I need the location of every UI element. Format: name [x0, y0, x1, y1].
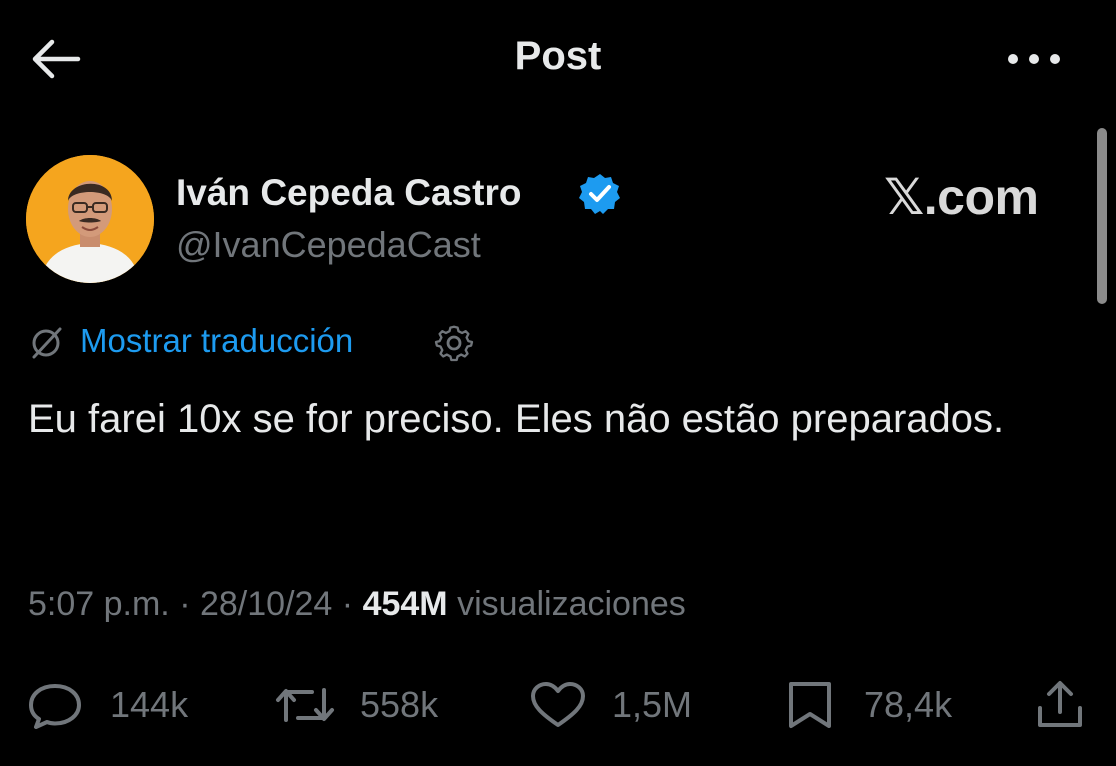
post-text: Eu farei 10x se for preciso. Eles não es… — [28, 397, 1005, 441]
like-count: 1,5M — [612, 684, 693, 725]
author-handle[interactable]: @IvanCepedaCast — [176, 224, 481, 266]
bookmark-icon — [789, 682, 831, 728]
avatar-portrait — [26, 155, 154, 283]
avatar[interactable] — [26, 155, 154, 283]
meta-separator: · — [179, 585, 191, 623]
repost-button[interactable]: 558k — [272, 680, 472, 730]
views-count: 454M — [362, 585, 448, 623]
reply-button[interactable]: 144k — [26, 680, 206, 730]
meta-separator: · — [341, 585, 354, 623]
translate-off-icon — [28, 325, 64, 361]
more-horizontal-icon — [1008, 54, 1060, 64]
views-label: visualizaciones — [457, 585, 686, 623]
show-translation-link[interactable]: Mostrar traducción — [80, 322, 353, 360]
translation-settings-button[interactable] — [434, 323, 474, 363]
like-button[interactable]: 1,5M — [528, 680, 708, 730]
heart-icon — [531, 682, 585, 727]
bookmark-button[interactable]: 78,4k — [784, 680, 984, 730]
page-title: Post — [514, 34, 602, 78]
reply-count: 144k — [110, 684, 189, 725]
repost-icon — [276, 688, 334, 722]
reply-icon — [29, 684, 81, 729]
post-date[interactable]: 28/10/24 — [200, 585, 332, 623]
more-options-button[interactable] — [1003, 42, 1065, 76]
gear-icon — [434, 325, 474, 362]
verified-badge-icon — [578, 172, 622, 216]
author-name[interactable]: Iván Cepeda Castro — [176, 172, 521, 214]
post-time[interactable]: 5:07 p.m. — [28, 585, 170, 623]
repost-count: 558k — [360, 684, 439, 725]
share-icon — [1038, 681, 1082, 727]
bookmark-count: 78,4k — [864, 684, 953, 725]
scrollbar-thumb[interactable] — [1097, 128, 1107, 304]
share-button[interactable] — [1030, 680, 1090, 730]
x-com-watermark: 𝕏.com — [884, 169, 1039, 225]
post-meta: 5:07 p.m. · 28/10/24 · 454M visualizacio… — [28, 585, 686, 624]
